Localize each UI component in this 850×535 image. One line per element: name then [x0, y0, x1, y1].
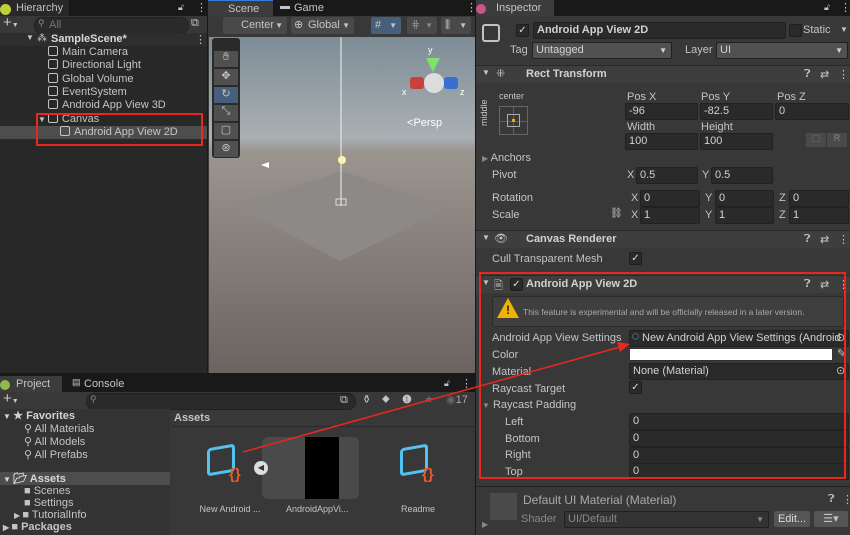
- annotation-arrow: [242, 342, 630, 453]
